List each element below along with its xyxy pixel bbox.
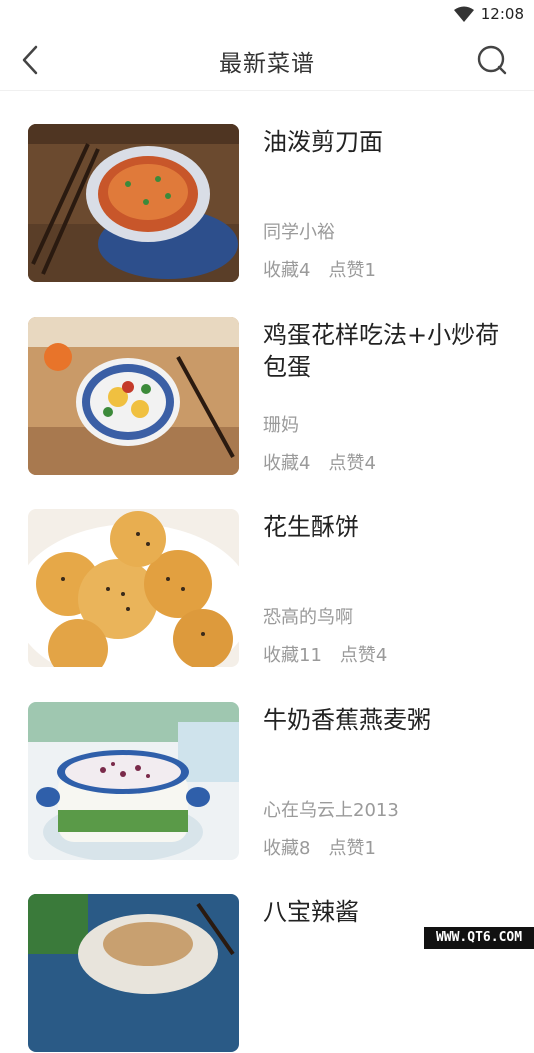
wifi-icon <box>454 6 474 22</box>
recipe-title[interactable]: 八宝辣酱 <box>263 896 521 928</box>
recipe-title[interactable]: 牛奶香蕉燕麦粥 <box>263 704 521 736</box>
favorites-count: 收藏11 <box>263 645 322 666</box>
likes-count: 点赞1 <box>328 837 376 859</box>
recipe-list: 油泼剪刀面 同学小裕 收藏4 点赞1 鸡蛋花样吃法+小炒荷包蛋 珊妈 收藏4 点… <box>0 90 534 1053</box>
favorites-count: 收藏4 <box>263 260 311 281</box>
page-title: 最新菜谱 <box>219 51 315 77</box>
search-icon <box>477 45 507 75</box>
recipe-thumbnail[interactable] <box>28 316 239 475</box>
recipe-item[interactable]: 牛奶香蕉燕麦粥 心在乌云上2013 收藏8 点赞1 <box>0 668 534 861</box>
recipe-stats: 收藏11 点赞4 <box>263 641 387 667</box>
recipe-title[interactable]: 鸡蛋花样吃法+小炒荷包蛋 <box>263 319 521 383</box>
recipe-author: 同学小裕 <box>263 222 335 243</box>
recipe-author: 心在乌云上2013 <box>263 799 399 821</box>
likes-count: 点赞4 <box>339 645 388 666</box>
recipe-thumbnail[interactable] <box>28 509 239 667</box>
watermark: WWW.QT6.COM <box>424 927 534 949</box>
search-button[interactable] <box>474 42 510 78</box>
app-bar: 最新菜谱 <box>0 30 534 91</box>
favorites-count: 收藏4 <box>263 452 311 474</box>
favorites-count: 收藏8 <box>263 837 311 859</box>
oatmeal-porridge-image <box>28 701 239 860</box>
recipe-thumbnail[interactable] <box>28 701 239 860</box>
noodle-dish-image <box>28 124 239 282</box>
likes-count: 点赞1 <box>328 260 376 281</box>
status-bar: 12:08 <box>0 0 534 30</box>
likes-count: 点赞4 <box>328 452 376 474</box>
recipe-title[interactable]: 油泼剪刀面 <box>263 126 521 158</box>
recipe-item[interactable]: 鸡蛋花样吃法+小炒荷包蛋 珊妈 收藏4 点赞4 <box>0 283 534 476</box>
recipe-title[interactable]: 花生酥饼 <box>263 511 521 543</box>
recipe-item[interactable]: 花生酥饼 恐高的鸟啊 收藏11 点赞4 <box>0 475 534 668</box>
recipe-thumbnail[interactable] <box>28 894 239 1052</box>
recipe-stats: 收藏4 点赞1 <box>263 256 376 282</box>
recipe-thumbnail[interactable] <box>28 124 239 282</box>
recipe-stats: 收藏4 点赞4 <box>263 449 376 475</box>
recipe-author: 恐高的鸟啊 <box>263 607 353 628</box>
peanut-cookie-image <box>28 509 239 667</box>
recipe-author: 珊妈 <box>263 414 299 436</box>
egg-dish-image <box>28 316 239 475</box>
recipe-item[interactable]: 油泼剪刀面 同学小裕 收藏4 点赞1 <box>0 90 534 283</box>
chili-sauce-image <box>28 894 239 1052</box>
status-time: 12:08 <box>480 5 524 23</box>
recipe-stats: 收藏8 点赞1 <box>263 834 376 860</box>
recipe-item[interactable]: 八宝辣酱 <box>0 860 534 1053</box>
